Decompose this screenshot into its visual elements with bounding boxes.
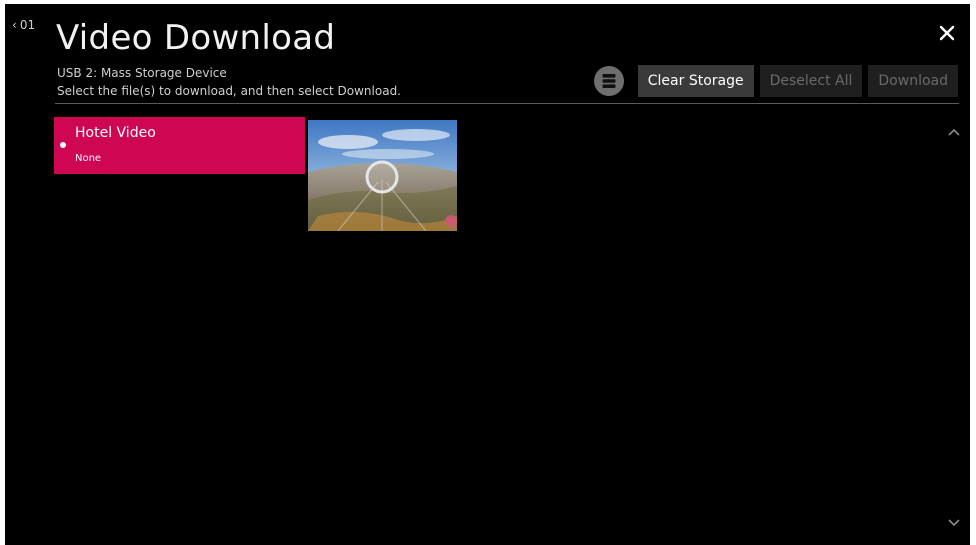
- file-item-hotel-video[interactable]: Hotel Video None: [54, 117, 305, 174]
- back-label: 01: [19, 18, 36, 32]
- storage-button[interactable]: [593, 66, 624, 96]
- file-status: None: [75, 153, 102, 164]
- toolbar: Clear Storage Deselect All Download: [593, 65, 958, 97]
- close-icon[interactable]: [938, 24, 956, 42]
- deselect-all-button[interactable]: Deselect All: [759, 65, 863, 97]
- page-title: Video Download: [56, 18, 336, 58]
- instructions-text: Select the file(s) to download, and then…: [57, 84, 401, 98]
- selected-dot-icon: [60, 142, 66, 148]
- header-divider: [55, 103, 959, 104]
- chevron-down-icon[interactable]: [947, 518, 961, 528]
- video-thumbnail[interactable]: [308, 120, 457, 231]
- device-name: USB 2: Mass Storage Device: [57, 66, 227, 80]
- chevron-left-icon: ‹: [12, 18, 17, 32]
- back-button[interactable]: ‹ 01: [12, 18, 35, 32]
- chevron-up-icon[interactable]: [947, 127, 961, 137]
- file-name: Hotel Video: [75, 125, 156, 141]
- loading-spinner-icon: [365, 160, 399, 194]
- clear-storage-button[interactable]: Clear Storage: [637, 65, 754, 97]
- video-download-screen: ‹ 01 Video Download USB 2: Mass Storage …: [5, 4, 970, 545]
- download-button[interactable]: Download: [868, 65, 958, 97]
- storage-icon: [602, 74, 616, 88]
